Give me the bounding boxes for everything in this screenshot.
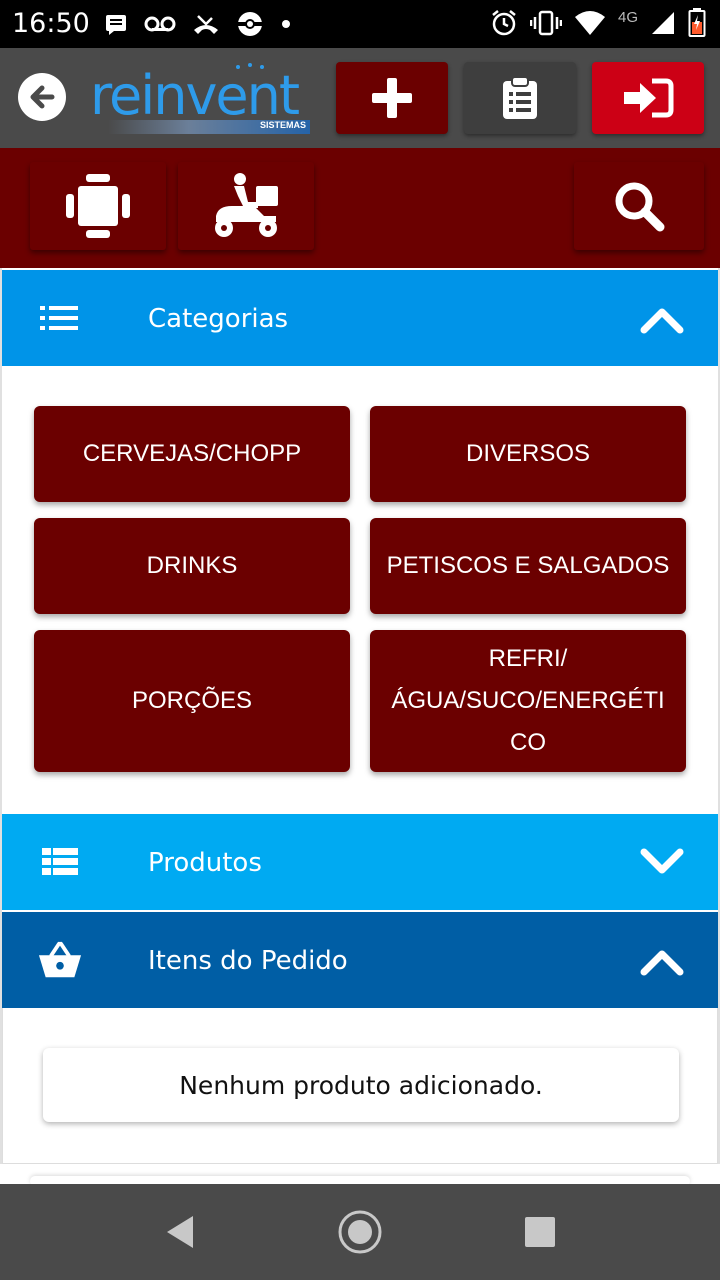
android-nav-bar — [0, 1184, 720, 1280]
category-drinks[interactable]: DRINKS — [34, 518, 350, 614]
wifi-icon — [574, 11, 605, 35]
logo-text: reinvent — [90, 64, 300, 127]
network-label: 4G — [617, 8, 638, 26]
category-porcoes[interactable]: PORÇÕES — [34, 630, 350, 772]
pokeball-icon — [238, 12, 262, 36]
itens-pedido-header[interactable]: Itens do Pedido — [2, 912, 718, 1008]
itens-pedido-body: Nenhum produto adicionado. — [2, 1008, 718, 1164]
recents-square-icon — [525, 1217, 555, 1247]
vibrate-icon — [529, 10, 562, 36]
status-time: 16:50 — [12, 8, 90, 39]
produtos-title: Produtos — [148, 848, 262, 878]
dot-icon — [282, 20, 290, 28]
chevron-down-icon[interactable] — [640, 844, 684, 880]
clipboard-icon — [503, 76, 537, 119]
search-button[interactable] — [574, 162, 704, 250]
categorias-body: CERVEJAS/CHOPP DIVERSOS DRINKS PETISCOS … — [2, 366, 718, 812]
empty-order-message: Nenhum produto adicionado. — [43, 1048, 679, 1122]
reinvent-logo: reinvent SISTEMAS — [88, 62, 312, 138]
status-bar: 16:50 4G — [0, 0, 720, 48]
nav-recents-button[interactable] — [516, 1208, 564, 1256]
logo-subtext: SISTEMAS — [259, 120, 306, 130]
delivery-button[interactable] — [178, 162, 314, 250]
chevron-up-icon[interactable] — [640, 942, 684, 978]
add-icon — [372, 78, 412, 118]
arrow-left-icon — [30, 85, 55, 109]
voicemail-icon — [144, 16, 176, 32]
produtos-header[interactable]: Produtos — [2, 814, 718, 910]
add-button[interactable] — [336, 62, 448, 134]
th-list-icon — [38, 844, 82, 880]
app-header: reinvent SISTEMAS — [0, 48, 720, 148]
basket-icon — [38, 941, 82, 978]
list-icon — [38, 300, 82, 336]
missed-call-icon — [194, 15, 218, 34]
categorias-title: Categorias — [148, 304, 289, 334]
category-petiscos-salgados[interactable]: PETISCOS E SALGADOS — [370, 518, 686, 614]
category-cervejas-chopp[interactable]: CERVEJAS/CHOPP — [34, 406, 350, 502]
nav-home-button[interactable] — [336, 1208, 384, 1256]
category-refri-agua-suco-energetico[interactable]: REFRI/ ÁGUA/SUCO/ENERGÉTI CO — [370, 630, 686, 772]
sign-in-button[interactable] — [592, 62, 704, 134]
nav-back-button[interactable] — [156, 1208, 204, 1256]
search-icon — [615, 182, 665, 232]
table-icon — [66, 174, 130, 238]
sign-in-icon — [624, 78, 674, 118]
back-triangle-icon — [167, 1216, 193, 1248]
back-button[interactable] — [18, 73, 66, 121]
battery-icon — [688, 8, 706, 37]
delivery-scooter-icon — [215, 173, 278, 237]
message-icon — [106, 15, 126, 35]
signal-icon — [652, 12, 674, 34]
chevron-up-icon[interactable] — [640, 300, 684, 336]
orders-button[interactable] — [464, 62, 576, 134]
tables-button[interactable] — [30, 162, 166, 250]
categorias-header[interactable]: Categorias — [2, 270, 718, 366]
alarm-icon — [492, 10, 516, 36]
home-circle-icon — [338, 1210, 382, 1254]
category-diversos[interactable]: DIVERSOS — [370, 406, 686, 502]
toolbar — [0, 148, 720, 268]
itens-pedido-title: Itens do Pedido — [148, 946, 348, 976]
